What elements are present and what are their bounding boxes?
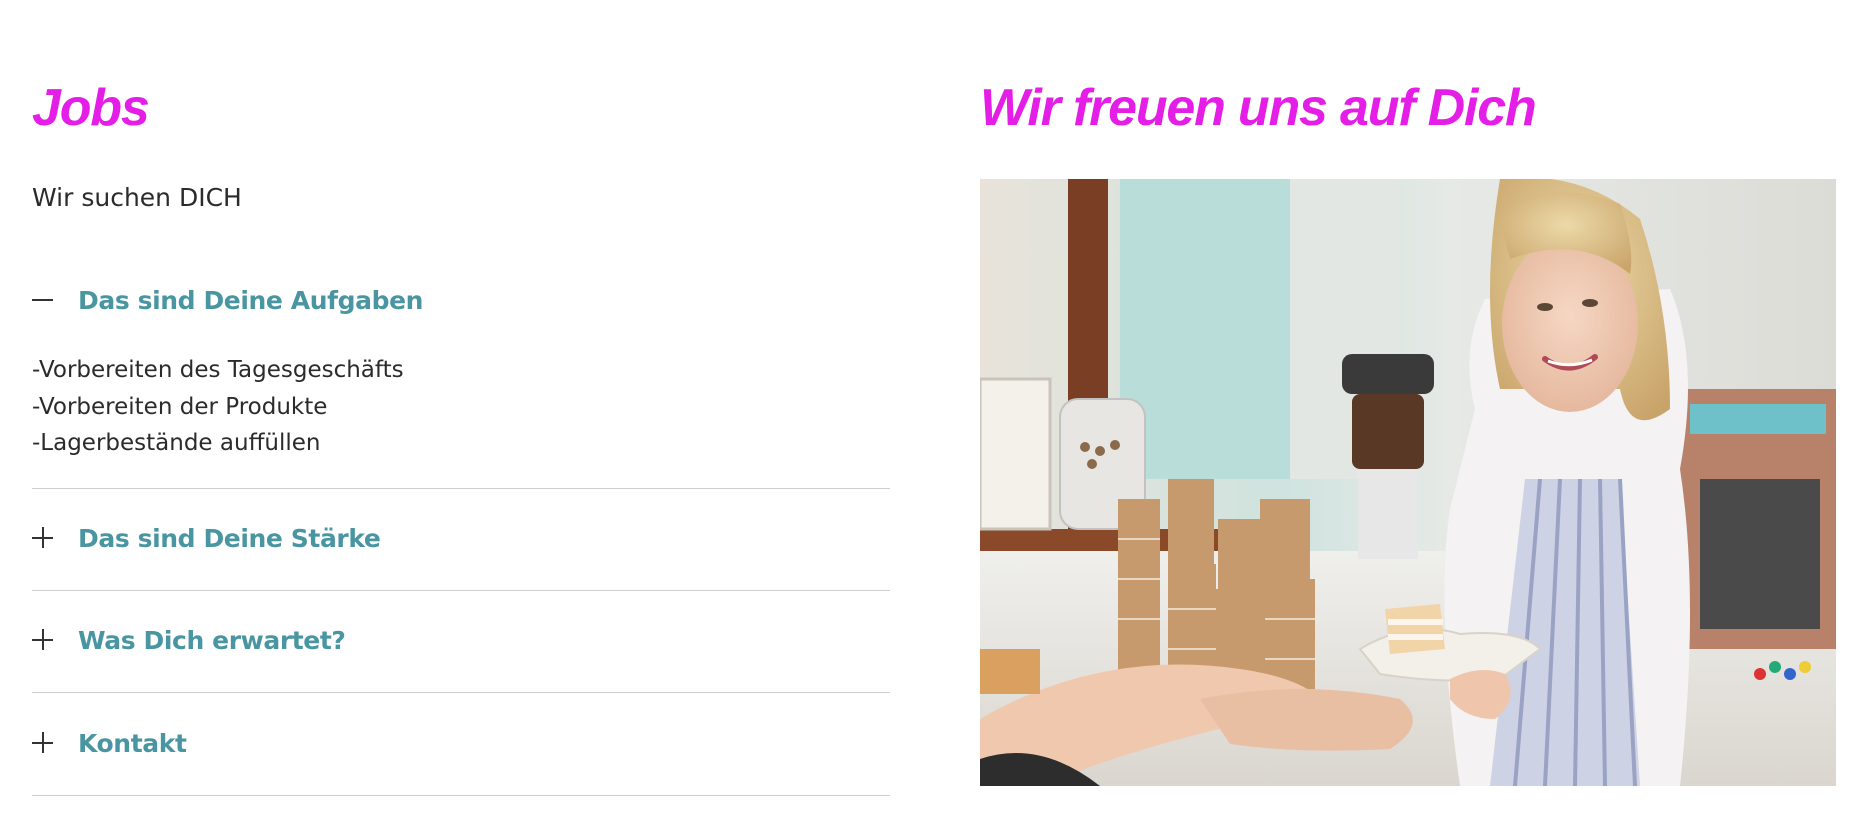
accordion-body-line: -Lagerbestände auffüllen [32,430,321,456]
jobs-intro: Wir suchen DICH [32,183,242,212]
divider [32,590,890,591]
accordion-item-kontakt: Kontakt [32,723,890,763]
accordion-header-kontakt[interactable]: Kontakt [32,723,890,763]
accordion-item-erwartet: Was Dich erwartet? [32,620,890,660]
plus-icon [32,527,54,549]
plus-icon [32,732,54,754]
accordion-header-erwartet[interactable]: Was Dich erwartet? [32,620,890,660]
divider [32,488,890,489]
accordion-body-line: -Vorbereiten des Tagesgeschäfts [32,357,404,383]
accordion-title: Kontakt [78,728,187,758]
accordion-header-staerke[interactable]: Das sind Deine Stärke [32,518,890,558]
barista-photo [980,179,1836,786]
accordion-header-aufgaben[interactable]: Das sind Deine Aufgaben [32,280,890,320]
accordion-item-staerke: Das sind Deine Stärke [32,518,890,558]
divider [32,795,890,796]
jobs-heading: Jobs [32,79,150,137]
accordion-item-aufgaben: Das sind Deine Aufgaben [32,280,890,320]
accordion-title: Das sind Deine Aufgaben [78,285,424,315]
welcome-heading: Wir freuen uns auf Dich [980,79,1537,137]
accordion-body-aufgaben: -Vorbereiten des Tagesgeschäfts -Vorbere… [32,352,404,462]
accordion-title: Was Dich erwartet? [78,625,346,655]
plus-icon [32,629,54,651]
divider [32,692,890,693]
accordion-body-line: -Vorbereiten der Produkte [32,393,328,420]
accordion-title: Das sind Deine Stärke [78,523,381,553]
minus-icon [32,289,54,311]
